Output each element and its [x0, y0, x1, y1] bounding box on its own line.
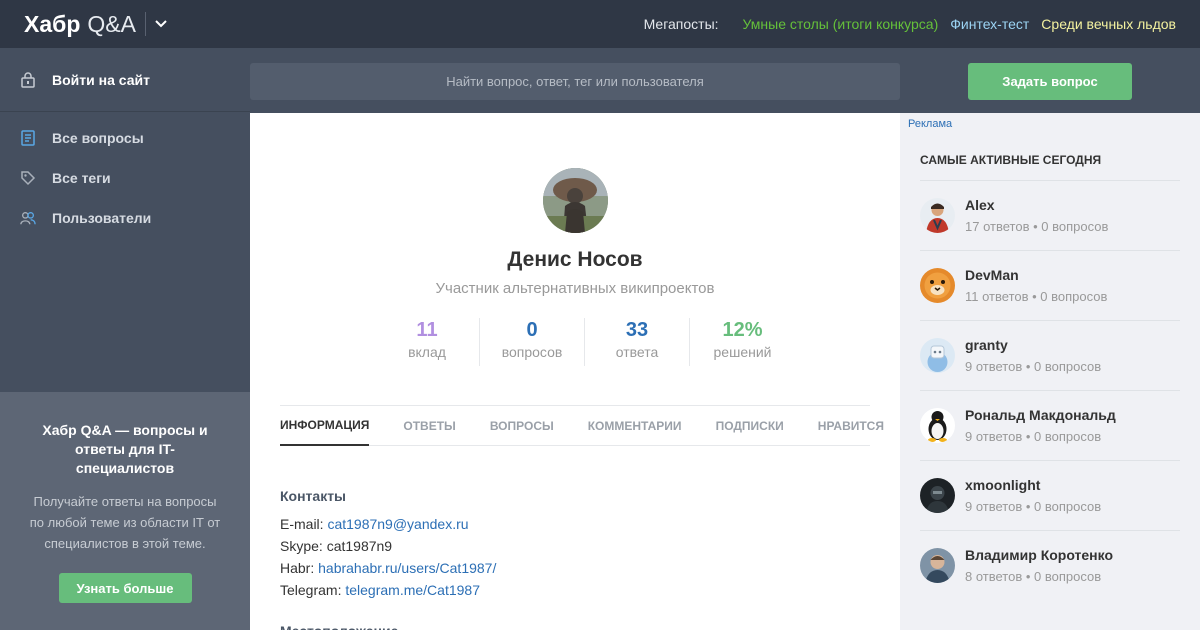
- megapost-link[interactable]: Умные столы (итоги конкурса): [743, 16, 939, 32]
- user-name: Рональд Макдональд: [965, 407, 1116, 423]
- sidebar: Войти на сайт Все вопросы Все теги Польз…: [0, 48, 250, 630]
- contact-row: E-mail: cat1987n9@yandex.ru: [280, 513, 496, 535]
- email-link[interactable]: cat1987n9@yandex.ru: [327, 516, 468, 532]
- chevron-down-icon[interactable]: [154, 17, 168, 31]
- stat-label: ответа: [615, 344, 659, 360]
- logo-divider: [144, 12, 146, 36]
- user-meta: 8 ответов • 0 вопросов: [965, 569, 1102, 584]
- learn-more-button[interactable]: Узнать больше: [58, 573, 192, 603]
- user-name: Alex: [965, 197, 995, 213]
- sidebar-item-tags[interactable]: Все теги: [0, 158, 250, 198]
- promo-title: Хабр Q&A — вопросы и ответы для IT-специ…: [42, 422, 208, 476]
- logo-sub: Q&A: [87, 10, 136, 37]
- contact-row: Telegram: telegram.me/Cat1987: [280, 579, 496, 601]
- user-meta: 11 ответов • 0 вопросов: [965, 289, 1108, 304]
- tab-likes[interactable]: НРАВИТСЯ: [818, 406, 884, 446]
- promo-block: Хабр Q&A — вопросы и ответы для IT-специ…: [0, 392, 250, 630]
- megaposts: Мегапосты: Умные столы (итоги конкурса) …: [644, 0, 1176, 48]
- user-name: xmoonlight: [965, 477, 1041, 493]
- profile-name: Денис Носов: [507, 248, 643, 271]
- tab-answers[interactable]: ОТВЕТЫ: [403, 406, 455, 446]
- contacts-section: Контакты E-mail: cat1987n9@yandex.ru Sky…: [280, 488, 496, 601]
- user-meta: 9 ответов • 0 вопросов: [965, 359, 1102, 374]
- avatar: [920, 338, 955, 373]
- contact-row: Habr: habrahabr.ru/users/Cat1987/: [280, 557, 496, 579]
- avatar: [920, 548, 955, 583]
- sidebar-item-label: Все теги: [52, 170, 111, 186]
- search-input[interactable]: [250, 63, 900, 100]
- tab-info[interactable]: ИНФОРМАЦИЯ: [280, 406, 370, 446]
- user-meta: 9 ответов • 0 вопросов: [965, 499, 1102, 514]
- users-icon: [20, 210, 36, 226]
- skype-value: cat1987n9: [326, 538, 393, 554]
- stat-label: вопросов: [501, 344, 563, 360]
- stat-label: решений: [713, 344, 772, 360]
- list-item[interactable]: Рональд Макдональд 9 ответов • 0 вопросо…: [920, 390, 1180, 460]
- contact-label: Telegram:: [280, 582, 342, 598]
- list-item[interactable]: granty 9 ответов • 0 вопросов: [920, 320, 1180, 390]
- stat-label: вклад: [408, 344, 446, 360]
- profile-main: Денис Носов Участник альтернативных вики…: [250, 113, 900, 630]
- contact-label: Skype:: [280, 538, 323, 554]
- contact-row: Skype: cat1987n9: [280, 535, 496, 557]
- sidebar-item-label: Пользователи: [52, 210, 152, 226]
- location-title: Местоположение: [280, 623, 398, 630]
- avatar: [920, 408, 955, 443]
- promo-text: Получайте ответы на вопросы по любой тем…: [29, 494, 221, 551]
- list-item[interactable]: Владимир Коротенко 8 ответов • 0 вопросо…: [920, 530, 1180, 600]
- megapost-link[interactable]: Среди вечных льдов: [1041, 16, 1176, 32]
- tag-icon: [20, 170, 36, 186]
- contact-label: Habr:: [280, 560, 315, 576]
- tab-comments[interactable]: КОММЕНТАРИИ: [588, 406, 682, 446]
- user-name: Владимир Коротенко: [965, 547, 1114, 563]
- active-users-title: САМЫЕ АКТИВНЫЕ СЕГОДНЯ: [920, 153, 1102, 167]
- stat-solutions[interactable]: 12% решений: [690, 318, 795, 366]
- top-bar: Хабр Q&A Мегапосты: Умные столы (итоги к…: [0, 0, 1200, 48]
- logo-main: Хабр: [24, 10, 81, 37]
- sidebar-item-label: Все вопросы: [52, 130, 144, 146]
- avatar: [920, 478, 955, 513]
- user-name: granty: [965, 337, 1008, 353]
- avatar: [543, 168, 608, 233]
- ask-question-button[interactable]: Задать вопрос: [968, 63, 1132, 100]
- contact-label: E-mail:: [280, 516, 324, 532]
- profile-tabs: ИНФОРМАЦИЯ ОТВЕТЫ ВОПРОСЫ КОММЕНТАРИИ ПО…: [280, 405, 884, 446]
- stat-value: 33: [625, 319, 649, 341]
- user-meta: 17 ответов • 0 вопросов: [965, 219, 1109, 234]
- list-item[interactable]: xmoonlight 9 ответов • 0 вопросов: [920, 460, 1180, 530]
- sidebar-nav: Все вопросы Все теги Пользователи: [0, 112, 250, 238]
- profile-role: Участник альтернативных википроектов: [435, 280, 715, 297]
- avatar: [920, 198, 955, 233]
- user-name: DevMan: [965, 267, 1019, 283]
- sidebar-item-questions[interactable]: Все вопросы: [0, 118, 250, 158]
- stat-value: 12%: [722, 319, 763, 341]
- list-item[interactable]: DevMan 11 ответов • 0 вопросов: [920, 250, 1180, 320]
- login-link[interactable]: Войти на сайт: [0, 48, 250, 112]
- telegram-link[interactable]: telegram.me/Cat1987: [345, 582, 480, 598]
- lock-icon: [20, 71, 36, 88]
- list-item[interactable]: Alex 17 ответов • 0 вопросов: [920, 180, 1180, 250]
- megapost-link[interactable]: Финтех-тест: [950, 16, 1029, 32]
- tab-subscriptions[interactable]: ПОДПИСКИ: [716, 406, 784, 446]
- stat-contribution[interactable]: 11 вклад: [375, 318, 480, 366]
- habr-link[interactable]: habrahabr.ru/users/Cat1987/: [318, 560, 496, 576]
- contacts-title: Контакты: [280, 488, 347, 504]
- logo[interactable]: Хабр Q&A: [24, 12, 168, 36]
- profile-stats: 11 вклад 0 вопросов 33 ответа 12% решени…: [375, 318, 795, 366]
- stat-value: 0: [526, 319, 538, 341]
- avatar: [920, 268, 955, 303]
- user-meta: 9 ответов • 0 вопросов: [965, 429, 1102, 444]
- right-column: Реклама САМЫЕ АКТИВНЫЕ СЕГОДНЯ Alex 17 о…: [900, 113, 1200, 630]
- stat-value: 11: [416, 319, 438, 341]
- ad-label[interactable]: Реклама: [908, 118, 952, 130]
- active-users-list: Alex 17 ответов • 0 вопросов DevMan 11 о…: [920, 180, 1180, 600]
- megaposts-label: Мегапосты:: [643, 16, 719, 32]
- sidebar-item-users[interactable]: Пользователи: [0, 198, 250, 238]
- document-icon: [20, 130, 36, 146]
- login-label: Войти на сайт: [52, 71, 150, 88]
- stat-answers[interactable]: 33 ответа: [585, 318, 690, 366]
- tab-questions[interactable]: ВОПРОСЫ: [490, 406, 554, 446]
- stat-questions[interactable]: 0 вопросов: [480, 318, 585, 366]
